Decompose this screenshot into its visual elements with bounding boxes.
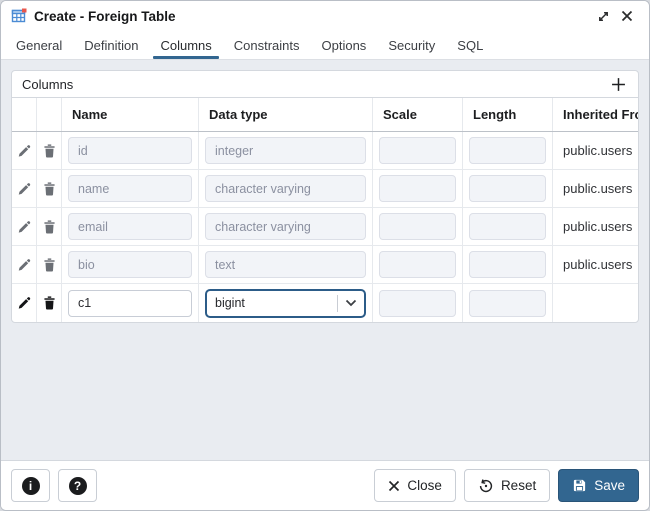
info-icon: i: [21, 476, 40, 495]
dialog-tabs: General Definition Columns Constraints O…: [1, 31, 649, 60]
column-name-input[interactable]: [68, 289, 192, 317]
column-datatype-input: [205, 175, 366, 202]
expand-dialog-button[interactable]: [591, 4, 615, 28]
header-length: Length: [463, 98, 553, 131]
reset-button-label: Reset: [500, 478, 537, 493]
table-row: public.users: [12, 246, 638, 284]
column-scale-input: [379, 251, 456, 278]
header-name: Name: [62, 98, 199, 131]
tab-security[interactable]: Security: [377, 31, 446, 59]
trash-icon: [43, 219, 55, 233]
table-row: public.users: [12, 170, 638, 208]
tab-general[interactable]: General: [5, 31, 73, 59]
column-name-input: [68, 175, 192, 202]
columns-panel-header: Columns: [12, 71, 638, 98]
inherited-from-value: public.users: [563, 257, 633, 272]
tab-options[interactable]: Options: [311, 31, 378, 59]
pencil-icon: [18, 144, 31, 157]
plus-icon: [611, 77, 625, 91]
trash-icon: [43, 143, 55, 157]
chevron-down-icon[interactable]: [338, 299, 364, 307]
edit-row-button[interactable]: [13, 252, 35, 278]
column-length-input: [469, 213, 546, 240]
info-button[interactable]: i: [11, 469, 50, 502]
header-inherited-from: Inherited From: [563, 107, 638, 122]
delete-row-button[interactable]: [38, 290, 60, 316]
close-button[interactable]: Close: [374, 469, 456, 502]
column-datatype-input: [205, 213, 366, 240]
trash-icon: [43, 257, 55, 271]
pencil-icon: [18, 258, 31, 271]
inherited-from-value: public.users: [563, 219, 633, 234]
table-row: public.users: [12, 132, 638, 170]
dialog-footer: i ? Close Reset Save: [1, 460, 649, 510]
trash-icon: [43, 296, 55, 310]
foreign-table-icon: [11, 8, 27, 23]
delete-row-button[interactable]: [38, 214, 60, 240]
reset-button[interactable]: Reset: [463, 469, 551, 502]
delete-row-button[interactable]: [38, 176, 60, 202]
columns-grid-header: Name Data type Scale Length Inherited Fr…: [12, 98, 638, 132]
pencil-icon: [18, 297, 31, 309]
trash-icon: [43, 181, 55, 195]
header-scale: Scale: [373, 98, 463, 131]
tab-sql[interactable]: SQL: [446, 31, 494, 59]
column-scale-input: [379, 175, 456, 202]
close-x-icon: [389, 480, 400, 491]
header-edit-spacer: [12, 98, 37, 131]
save-floppy-icon: [574, 479, 586, 492]
pencil-icon: [18, 220, 31, 233]
table-row: public.users: [12, 208, 638, 246]
save-button-label: Save: [594, 478, 625, 493]
column-length-input: [469, 175, 546, 202]
column-scale-input: [379, 137, 456, 164]
column-length-input: [469, 289, 546, 317]
column-scale-input: [379, 213, 456, 240]
dialog-content: Columns Name Data type Scale Length Inhe…: [1, 60, 649, 460]
columns-grid: Name Data type Scale Length Inherited Fr…: [12, 98, 638, 322]
edit-row-button[interactable]: [13, 138, 35, 164]
pencil-icon: [18, 182, 31, 195]
reset-icon: [479, 478, 493, 492]
column-datatype-select[interactable]: bigint: [205, 288, 366, 318]
column-name-input: [68, 137, 192, 164]
column-name-input: [68, 251, 192, 278]
close-dialog-button[interactable]: [615, 4, 639, 28]
add-column-button[interactable]: [606, 73, 630, 95]
column-length-input: [469, 137, 546, 164]
column-datatype-input: [205, 137, 366, 164]
column-datatype-value: bigint: [215, 296, 245, 310]
edit-row-button[interactable]: [13, 176, 35, 202]
delete-row-button[interactable]: [38, 138, 60, 164]
column-datatype-input: [205, 251, 366, 278]
help-icon: ?: [68, 476, 87, 495]
close-icon: [621, 10, 633, 22]
close-button-label: Close: [407, 478, 442, 493]
tab-columns[interactable]: Columns: [149, 31, 222, 59]
help-button[interactable]: ?: [58, 469, 97, 502]
dialog-title: Create - Foreign Table: [34, 8, 176, 24]
header-data-type: Data type: [199, 98, 373, 131]
dialog-titlebar: Create - Foreign Table: [1, 1, 649, 31]
column-name-input: [68, 213, 192, 240]
columns-grid-body: public.users: [12, 132, 638, 322]
create-foreign-table-dialog: Create - Foreign Table General Definitio…: [0, 0, 650, 511]
columns-panel-title: Columns: [22, 76, 74, 92]
delete-row-button[interactable]: [38, 252, 60, 278]
tab-definition[interactable]: Definition: [73, 31, 149, 59]
expand-diagonal-icon: [598, 11, 608, 21]
edit-row-button[interactable]: [13, 214, 35, 240]
column-scale-input: [379, 289, 456, 317]
header-delete-spacer: [37, 98, 62, 131]
inherited-from-value: public.users: [563, 143, 633, 158]
inherited-from-value: public.users: [563, 181, 633, 196]
columns-panel: Columns Name Data type Scale Length Inhe…: [11, 70, 639, 323]
edit-row-button[interactable]: [13, 290, 35, 316]
save-button[interactable]: Save: [558, 469, 639, 502]
tab-constraints[interactable]: Constraints: [223, 31, 311, 59]
table-row: bigint: [12, 284, 638, 322]
column-length-input: [469, 251, 546, 278]
